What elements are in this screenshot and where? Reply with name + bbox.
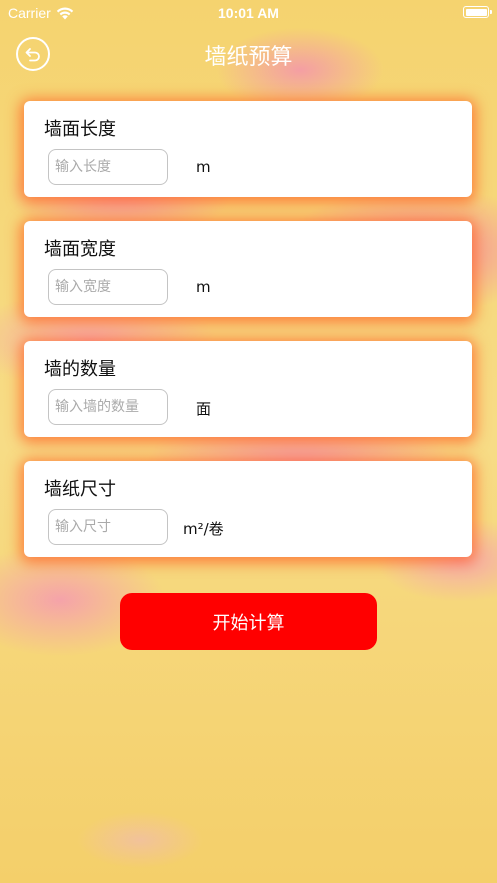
wall-length-card: 墙面长度 m <box>24 101 472 197</box>
wall-length-unit: m <box>196 158 211 176</box>
wall-length-input[interactable] <box>48 149 168 185</box>
wall-width-input[interactable] <box>48 269 168 305</box>
wall-length-label: 墙面长度 <box>44 119 116 140</box>
wall-width-card: 墙面宽度 m <box>24 221 472 317</box>
wall-count-input[interactable] <box>48 389 168 425</box>
battery-level <box>465 8 487 16</box>
wall-count-unit: 面 <box>196 400 212 418</box>
status-bar: Carrier 10:01 AM <box>0 0 497 26</box>
start-calculation-button[interactable]: 开始计算 <box>120 593 377 650</box>
wall-width-label: 墙面宽度 <box>44 239 116 260</box>
nav-bar: 墙纸预算 <box>0 26 497 80</box>
wallpaper-size-card: 墙纸尺寸 m²/卷 <box>24 461 472 557</box>
wallpaper-size-unit: m²/卷 <box>183 520 224 538</box>
battery-icon <box>463 6 492 18</box>
status-time: 10:01 AM <box>218 5 279 21</box>
wall-count-label: 墙的数量 <box>44 359 116 380</box>
wall-count-card: 墙的数量 面 <box>24 341 472 437</box>
wallpaper-size-label: 墙纸尺寸 <box>44 479 116 500</box>
page-title: 墙纸预算 <box>204 45 293 70</box>
wallpaper-size-input[interactable] <box>48 509 168 545</box>
wall-width-unit: m <box>196 278 211 296</box>
